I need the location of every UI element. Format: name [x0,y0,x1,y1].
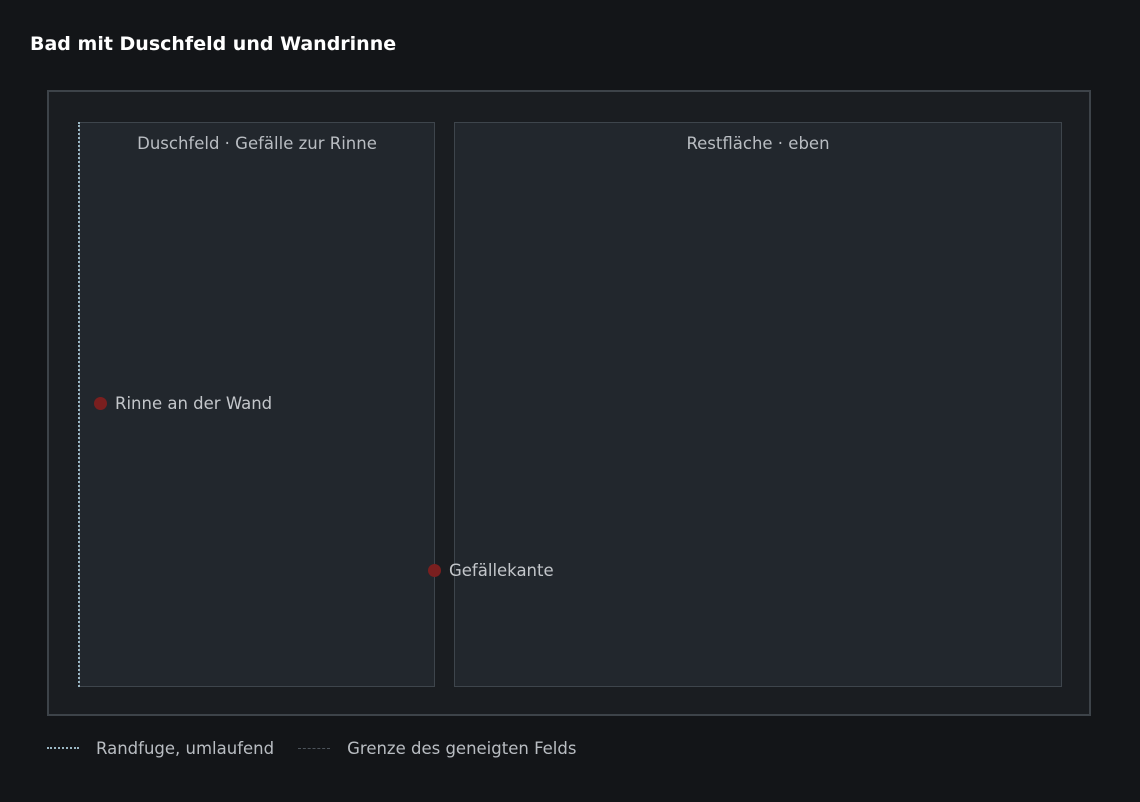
rest-zone: Restfläche · eben [454,122,1062,687]
page-title: Bad mit Duschfeld und Wandrinne [30,33,397,55]
perimeter-joint-line [78,122,80,687]
legend-label-sloped-boundary: Grenze des geneigten Felds [347,738,577,758]
drain-marker-label: Rinne an der Wand [115,394,273,413]
legend: Randfuge, umlaufend Grenze des geneigten… [47,736,600,760]
legend-label-perimeter-joint: Randfuge, umlaufend [96,738,275,758]
slope-edge-marker-label: Gefällekante [449,561,554,580]
shower-zone-label: Duschfeld · Gefälle zur Rinne [137,134,377,153]
rest-zone-label: Restfläche · eben [686,134,830,153]
dotted-line-swatch [47,747,79,749]
dashed-line-swatch [298,747,331,749]
floor-plan-canvas: Bad mit Duschfeld und Wandrinne Duschfel… [0,0,1140,802]
drain-marker-dot [94,397,107,410]
slope-edge-marker: Gefällekante [428,561,554,580]
legend-item-perimeter-joint: Randfuge, umlaufend [47,739,274,758]
legend-item-sloped-boundary: Grenze des geneigten Felds [298,739,576,758]
drain-marker: Rinne an der Wand [94,394,272,413]
slope-edge-marker-dot [428,564,441,577]
